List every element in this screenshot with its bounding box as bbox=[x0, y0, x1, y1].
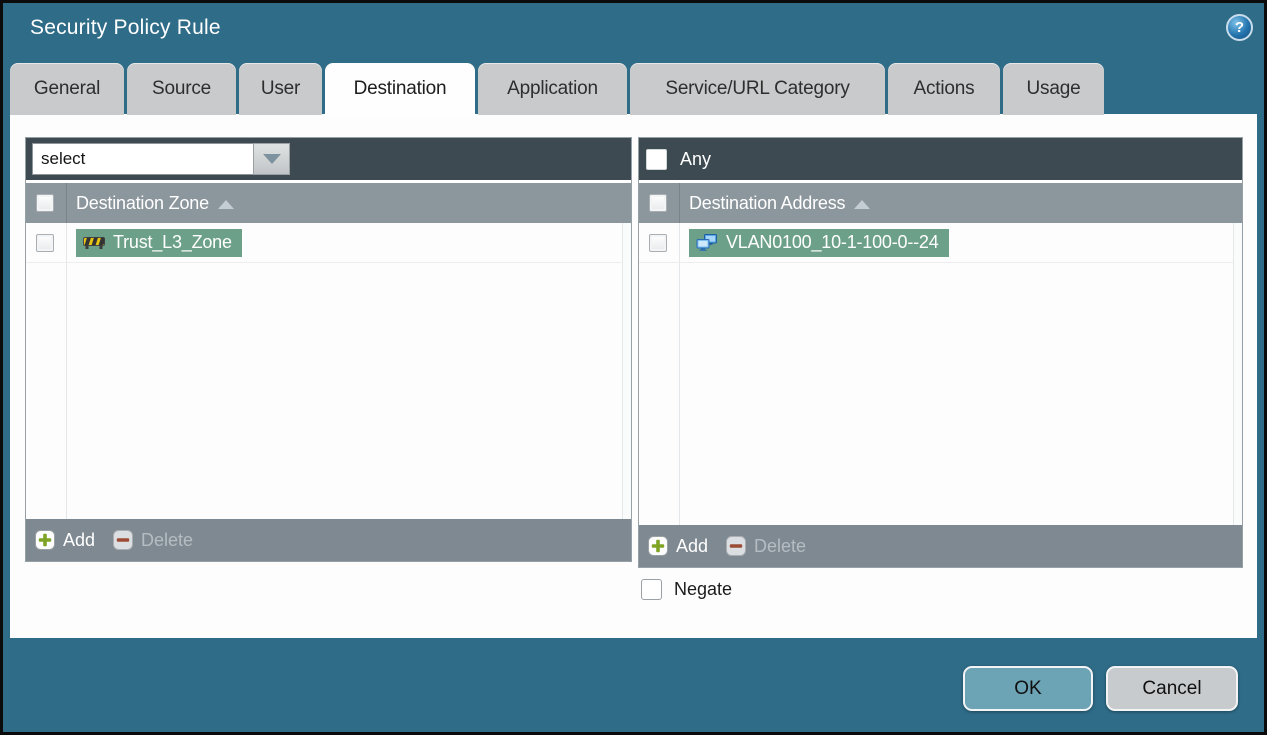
add-icon bbox=[35, 530, 55, 550]
table-row: VLAN0100_10-1-100-0--24 bbox=[639, 223, 1242, 263]
any-checkbox[interactable] bbox=[646, 148, 667, 170]
address-delete-label: Delete bbox=[754, 535, 807, 556]
help-glyph: ? bbox=[1234, 19, 1245, 36]
help-icon[interactable]: ? bbox=[1226, 14, 1253, 41]
tab-general[interactable]: General bbox=[10, 63, 124, 115]
negate-label: Negate bbox=[674, 579, 733, 599]
destination-address-panel: Any Destination Address VLAN0100_10-1-10… bbox=[638, 137, 1243, 568]
address-icon bbox=[696, 233, 717, 251]
address-delete-button[interactable]: Delete bbox=[726, 536, 806, 557]
zone-table-body: Trust_L3_Zone bbox=[26, 223, 631, 519]
tab-service-url-category[interactable]: Service/URL Category bbox=[630, 63, 885, 115]
tab-user[interactable]: User bbox=[239, 63, 322, 115]
address-add-label: Add bbox=[676, 535, 709, 556]
address-footer-toolbar: Add Delete bbox=[639, 525, 1242, 567]
zone-filter-dropdown-button[interactable] bbox=[253, 143, 290, 175]
any-label: Any bbox=[680, 148, 712, 169]
divider bbox=[66, 223, 67, 519]
scrollbar-track[interactable] bbox=[1233, 223, 1242, 525]
zone-filter-combo bbox=[32, 143, 290, 175]
security-policy-rule-dialog: Security Policy Rule ? General Source Us… bbox=[0, 0, 1267, 735]
negate-checkbox[interactable] bbox=[641, 579, 662, 600]
destination-zone-panel: Destination Zone bbox=[25, 137, 632, 562]
ok-button[interactable]: OK bbox=[963, 666, 1093, 711]
zone-add-button[interactable]: Add bbox=[35, 530, 95, 551]
address-table-body: VLAN0100_10-1-100-0--24 bbox=[639, 223, 1242, 525]
zone-add-label: Add bbox=[63, 529, 96, 550]
address-select-all-checkbox[interactable] bbox=[649, 194, 667, 212]
zone-filter-input[interactable] bbox=[32, 143, 253, 175]
divider bbox=[66, 183, 67, 223]
address-column-header[interactable]: Destination Address bbox=[689, 192, 871, 214]
tab-source[interactable]: Source bbox=[127, 63, 236, 115]
sort-ascending-icon bbox=[217, 199, 234, 209]
address-row-checkbox[interactable] bbox=[649, 233, 667, 252]
zone-filter-toolbar bbox=[26, 138, 631, 180]
zone-icon bbox=[83, 237, 105, 249]
add-icon bbox=[648, 536, 668, 556]
chevron-down-icon bbox=[262, 154, 281, 164]
delete-icon bbox=[113, 530, 134, 550]
dialog-title: Security Policy Rule bbox=[30, 16, 221, 39]
tab-usage[interactable]: Usage bbox=[1003, 63, 1104, 115]
delete-icon bbox=[726, 536, 747, 556]
divider bbox=[679, 183, 680, 223]
zone-delete-button[interactable]: Delete bbox=[113, 530, 193, 551]
tab-application[interactable]: Application bbox=[478, 63, 627, 115]
zone-table-header: Destination Zone bbox=[26, 183, 631, 223]
zone-row-chip[interactable]: Trust_L3_Zone bbox=[76, 228, 242, 257]
zone-delete-label: Delete bbox=[141, 529, 194, 550]
zone-column-header-label: Destination Zone bbox=[76, 192, 209, 213]
any-row: Any bbox=[646, 138, 711, 180]
tab-bar: General Source User Destination Applicat… bbox=[10, 63, 1104, 115]
address-row-chip[interactable]: VLAN0100_10-1-100-0--24 bbox=[689, 228, 949, 257]
destination-tab-content: Destination Zone bbox=[10, 114, 1257, 638]
tab-destination[interactable]: Destination bbox=[325, 63, 475, 115]
address-row-label: VLAN0100_10-1-100-0--24 bbox=[726, 231, 939, 252]
cancel-button[interactable]: Cancel bbox=[1106, 666, 1238, 711]
address-add-button[interactable]: Add bbox=[648, 536, 708, 557]
zone-row-checkbox[interactable] bbox=[36, 233, 54, 252]
table-row: Trust_L3_Zone bbox=[26, 223, 631, 263]
tab-actions[interactable]: Actions bbox=[888, 63, 1000, 115]
address-table-header: Destination Address bbox=[639, 183, 1242, 223]
sort-ascending-icon bbox=[854, 199, 871, 209]
zone-footer-toolbar: Add Delete bbox=[26, 519, 631, 561]
zone-select-all-checkbox[interactable] bbox=[36, 194, 54, 212]
negate-row: Negate bbox=[641, 579, 732, 600]
zone-row-label: Trust_L3_Zone bbox=[113, 231, 232, 252]
address-any-toolbar: Any bbox=[639, 138, 1242, 180]
divider bbox=[679, 223, 680, 525]
zone-column-header[interactable]: Destination Zone bbox=[76, 193, 234, 214]
scrollbar-track[interactable] bbox=[622, 223, 631, 519]
address-column-header-label: Destination Address bbox=[689, 192, 846, 213]
